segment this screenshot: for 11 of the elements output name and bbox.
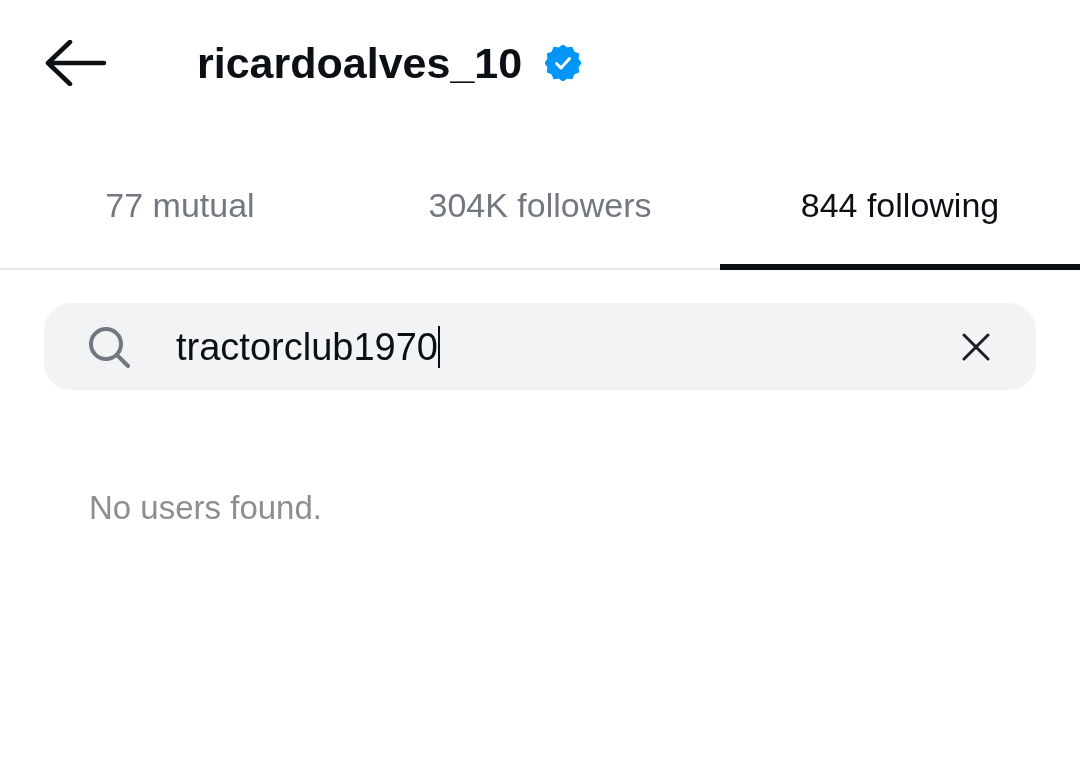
- profile-username: ricardoalves_10: [197, 37, 523, 88]
- clear-button[interactable]: [962, 332, 990, 361]
- search-input[interactable]: tractorclub1970: [176, 324, 438, 369]
- empty-message: No users found.: [89, 489, 322, 527]
- back-button[interactable]: [45, 39, 107, 86]
- arrow-left-icon: [45, 39, 107, 86]
- search-icon: [88, 325, 130, 368]
- tab[interactable]: 304K followers: [360, 125, 720, 270]
- close-icon: [962, 332, 990, 361]
- tab[interactable]: 844 following: [720, 125, 1080, 270]
- tab[interactable]: 77 mutual: [0, 125, 360, 270]
